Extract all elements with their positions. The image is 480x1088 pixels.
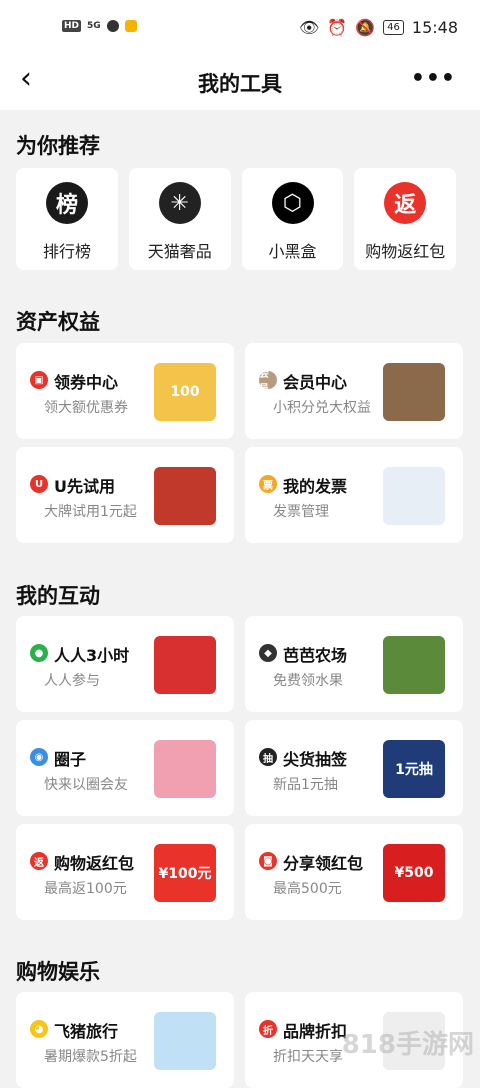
tool-thumbnail: ¥500 — [383, 844, 445, 902]
tool-badge-icon: ▣ — [30, 371, 48, 389]
tool-title: 购物返红包 — [54, 854, 135, 873]
recommend-card[interactable]: ⬡ 小黑盒 — [241, 168, 344, 270]
tool-badge-icon: 票 — [259, 475, 277, 493]
tool-subtitle: 免费领水果 — [273, 673, 343, 689]
tool-thumbnail — [154, 1012, 216, 1070]
section-title-assets: 资产权益 — [16, 310, 100, 334]
tool-subtitle: 快来以圈会友 — [44, 777, 128, 793]
tool-subtitle: 新品1元抽 — [273, 777, 338, 793]
tool-badge-icon: 抽 — [259, 748, 277, 766]
hd-badge: HD — [62, 20, 82, 32]
more-menu-button[interactable]: ••• — [411, 66, 456, 91]
tool-thumbnail — [383, 363, 445, 421]
tool-card[interactable]: ◆ 芭芭农场免费领水果 — [245, 616, 463, 712]
tool-thumbnail — [154, 467, 216, 525]
tool-thumbnail — [154, 740, 216, 798]
tool-title: 尖货抽签 — [283, 750, 348, 769]
tool-subtitle: 发票管理 — [273, 504, 329, 520]
tool-badge-icon: ● — [30, 644, 48, 662]
tool-title: 会员中心 — [283, 373, 348, 392]
tool-title: 圈子 — [54, 750, 87, 769]
tool-title: 领券中心 — [54, 373, 119, 392]
tmall-luxury-icon: ✳ — [158, 182, 201, 224]
tool-badge-icon: 会员 — [259, 369, 277, 395]
recommend-label: 购物返红包 — [365, 242, 446, 261]
tool-subtitle: 大牌试用1元起 — [44, 504, 137, 520]
tool-badge-icon: ◆ — [259, 644, 277, 662]
tool-thumbnail — [383, 636, 445, 694]
recommend-card[interactable]: ✳ 天猫奢品 — [128, 168, 231, 270]
page-title: 我的工具 — [198, 72, 282, 96]
network-indicator: 5G — [87, 21, 101, 31]
mute-icon: 🔕 — [355, 18, 376, 37]
tool-title: 我的发票 — [283, 477, 348, 496]
rank-icon: 榜 — [46, 182, 88, 224]
tool-card[interactable]: ▣ 领券中心领大额优惠券 100 — [16, 343, 234, 439]
tool-thumbnail — [383, 467, 445, 525]
tool-title: U先试用 — [54, 477, 115, 496]
tool-thumbnail: 1元抽 — [383, 740, 445, 798]
tool-subtitle: 小积分兑大权益 — [273, 400, 371, 416]
black-box-icon: ⬡ — [271, 182, 314, 224]
tool-badge-icon: ◙ — [259, 852, 277, 870]
alarm-icon: ⏰ — [327, 18, 348, 37]
section-title-shopping: 购物娱乐 — [16, 960, 100, 984]
app-notification-icon — [106, 20, 119, 32]
assets-grid: ▣ 领券中心领大额优惠券 100 会员 会员中心小积分兑大权益 U U先试用大牌试用1元起 票… — [16, 343, 463, 543]
tool-badge-icon: ◕ — [30, 1020, 48, 1038]
section-title-interact: 我的互动 — [16, 584, 100, 608]
tool-subtitle: 人人参与 — [44, 673, 100, 689]
tool-title: 芭芭农场 — [283, 646, 348, 665]
tool-thumbnail: 100 — [154, 363, 216, 421]
tool-card[interactable]: ◉ 圈子快来以圈会友 — [16, 720, 234, 816]
tool-subtitle: 暑期爆款5折起 — [44, 1049, 137, 1065]
app-notification-icon-2 — [124, 20, 137, 32]
tool-badge-icon: U — [30, 475, 48, 493]
tool-card[interactable]: 返购物返红包最高返100元 ¥100元 — [16, 824, 234, 920]
tool-subtitle: 最高500元 — [273, 881, 342, 897]
tool-card[interactable]: ● 人人3小时人人参与 — [16, 616, 234, 712]
watermark: 818手游网 — [341, 1030, 474, 1060]
cashback-icon: 返 — [384, 182, 427, 224]
eye-icon: 👁 — [299, 18, 320, 37]
tool-badge-icon: ◉ — [30, 748, 48, 766]
tool-card[interactable]: 会员 会员中心小积分兑大权益 — [245, 343, 463, 439]
tool-card[interactable]: U U先试用大牌试用1元起 — [16, 447, 234, 543]
battery-indicator: 46 — [383, 20, 404, 35]
tool-thumbnail — [154, 636, 216, 694]
recommend-card[interactable]: 返购物返红包 — [354, 168, 456, 270]
tool-subtitle: 折扣天天享 — [273, 1049, 343, 1065]
recommend-label: 天猫奢品 — [147, 242, 212, 261]
tool-card[interactable]: ◕ 飞猪旅行暑期爆款5折起 — [16, 992, 234, 1088]
tool-thumbnail: ¥100元 — [154, 844, 216, 902]
tool-card[interactable]: ◙ 分享领红包最高500元 ¥500 — [245, 824, 463, 920]
top-nav-bar: ‹ 我的工具 ••• — [0, 56, 480, 110]
tool-badge-icon: 折 — [259, 1020, 277, 1038]
tool-title: 飞猪旅行 — [54, 1022, 119, 1041]
recommend-row: 榜排行榜 ✳ 天猫奢品 ⬡ 小黑盒 返购物返红包 — [16, 168, 456, 270]
tool-subtitle: 领大额优惠券 — [44, 400, 128, 416]
tool-card[interactable]: 票我的发票发票管理 — [245, 447, 463, 543]
tool-title: 人人3小时 — [54, 646, 130, 665]
clock: 15:48 — [411, 18, 458, 37]
tool-title: 分享领红包 — [283, 854, 364, 873]
recommend-label: 排行榜 — [42, 242, 91, 261]
tool-card[interactable]: 抽尖货抽签新品1元抽 1元抽 — [245, 720, 463, 816]
recommend-label: 小黑盒 — [268, 242, 317, 261]
tool-title: 品牌折扣 — [283, 1022, 348, 1041]
interact-grid: ● 人人3小时人人参与 ◆ 芭芭农场免费领水果 ◉ 圈子快来以圈会友 抽尖货抽签新品1元抽 1… — [16, 616, 463, 920]
tool-subtitle: 最高返100元 — [44, 881, 127, 897]
recommend-card[interactable]: 榜排行榜 — [16, 168, 118, 270]
tool-badge-icon: 返 — [30, 852, 48, 870]
section-title-recommend: 为你推荐 — [16, 134, 100, 158]
status-bar: HD 5G 👁 ⏰ 🔕 46 15:48 — [0, 0, 480, 56]
